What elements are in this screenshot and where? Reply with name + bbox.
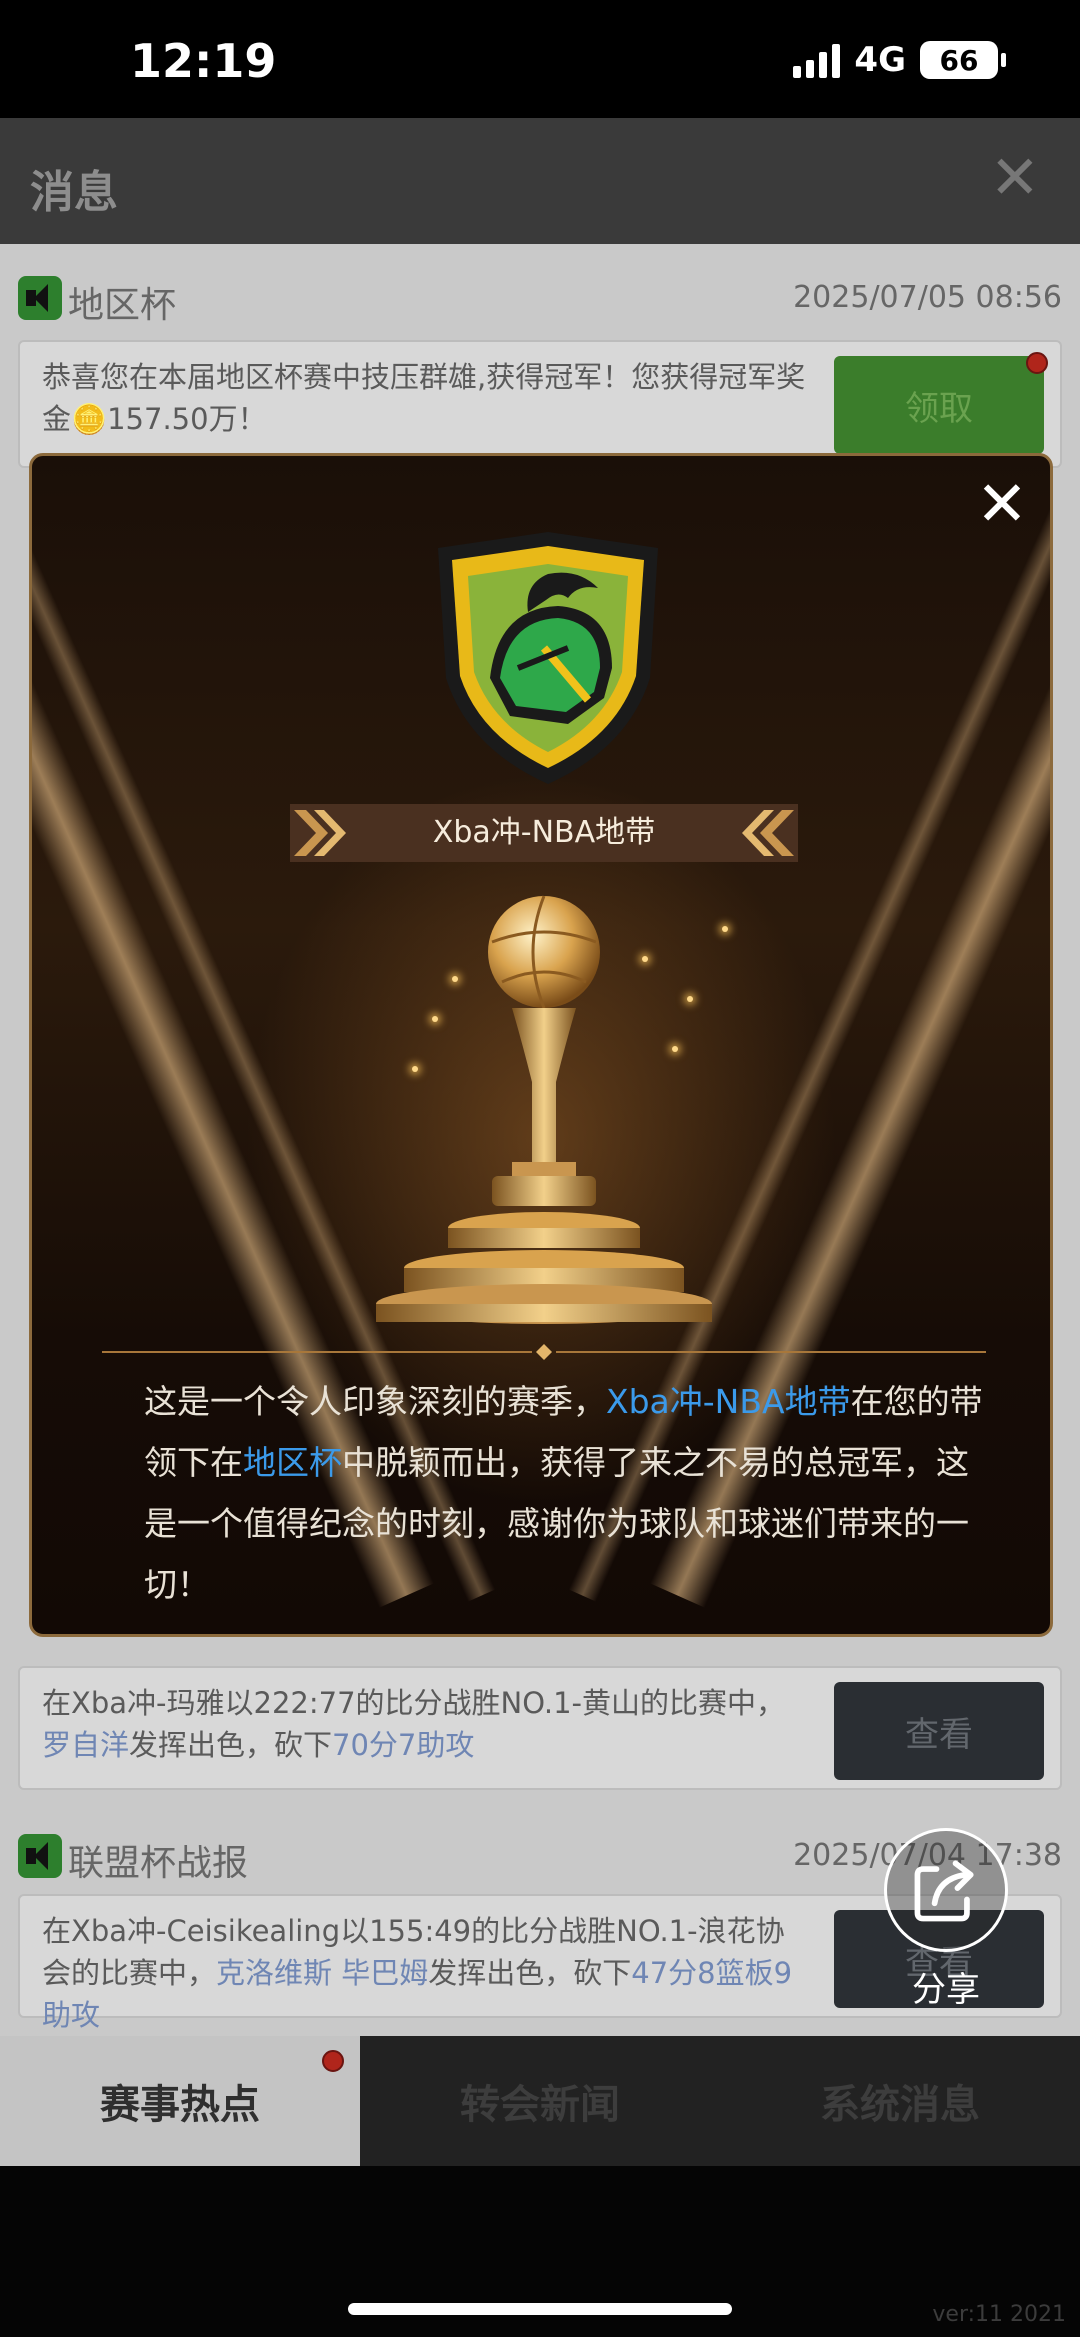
player-name[interactable]: 罗自洋 <box>42 1728 129 1762</box>
message-card: 恭喜您在本届地区杯赛中技压群雄,获得冠军！您获得冠军奖金🪙157.50万！ 领取 <box>18 340 1062 468</box>
battery-level: 66 <box>939 43 979 77</box>
version-label: ver:11 2021 <box>932 2302 1066 2327</box>
signal-icon <box>793 42 841 78</box>
message-text: 在Xba冲-Ceisikealing以155:49的比分战胜NO.1-浪花协会的… <box>42 1910 812 2036</box>
basketball-trophy-icon <box>376 895 712 1324</box>
speaker-icon <box>18 276 62 320</box>
tab-system-messages[interactable]: 系统消息 <box>720 2036 1080 2166</box>
status-bar: 12:19 4G 66 <box>0 0 1080 118</box>
tab-transfer-news[interactable]: 转会新闻 <box>360 2036 720 2166</box>
notification-dot <box>322 2050 344 2072</box>
view-button[interactable]: 查看 <box>834 1682 1044 1780</box>
network-type: 4G <box>854 40 906 80</box>
status-indicators: 4G 66 <box>793 40 1006 80</box>
team-link: Xba冲-NBA地带 <box>606 1382 851 1421</box>
message-text: 在Xba冲-玛雅以222:77的比分战胜NO.1-黄山的比赛中， 罗自洋发挥出色，… <box>42 1682 812 1766</box>
message-header: 地区杯 2025/07/05 08:56 <box>18 268 1062 328</box>
view-button-label: 查看 <box>905 1714 973 1755</box>
message-text-part: 发挥出色，砍下 <box>428 1956 632 1990</box>
status-time: 12:19 <box>130 34 277 88</box>
home-indicator[interactable] <box>348 2303 732 2315</box>
message-tabs: 赛事热点 转会新闻 系统消息 <box>0 2036 1080 2166</box>
notification-dot <box>1026 352 1048 374</box>
cup-link: 地区杯 <box>243 1443 342 1482</box>
message-text-part: 在Xba冲-玛雅以222:77的比分战胜NO.1-黄山的比赛中， <box>42 1686 786 1720</box>
close-icon[interactable]: ✕ <box>990 148 1040 208</box>
player-name[interactable]: 克洛维斯 毕巴姆 <box>216 1956 428 1990</box>
title-bar: 消息 ✕ <box>0 118 1080 244</box>
message-category: 地区杯 <box>68 285 177 326</box>
battery-icon: 66 <box>920 41 1006 79</box>
modal-text: 这是一个令人印象深刻的赛季， <box>144 1382 606 1421</box>
knight-helmet-shield-icon <box>438 532 658 784</box>
share-button[interactable] <box>884 1828 1008 1952</box>
message-text: 恭喜您在本届地区杯赛中技压群雄,获得冠军！您获得冠军奖金🪙157.50万！ <box>42 360 806 436</box>
modal-message: 这是一个令人印象深刻的赛季，Xba冲-NBA地带在您的带领下在地区杯中脱颖而出，… <box>144 1371 984 1615</box>
player-stats: 70分7助攻 <box>332 1728 475 1762</box>
message-card: 在Xba冲-玛雅以222:77的比分战胜NO.1-黄山的比赛中， 罗自洋发挥出色，… <box>18 1666 1062 1790</box>
close-icon[interactable]: ✕ <box>974 473 1030 535</box>
divider <box>102 1344 986 1360</box>
tab-label: 转会新闻 <box>460 2082 620 2128</box>
tab-label: 赛事热点 <box>100 2082 260 2128</box>
claim-button-label: 领取 <box>905 388 973 429</box>
message-timestamp: 2025/07/05 08:56 <box>793 280 1062 315</box>
championship-modal: ✕ Xba冲-NBA地带 这是一个令人印象深刻的赛季，Xba冲-NBA地带在您的… <box>29 453 1053 1637</box>
share-icon <box>914 1860 974 1922</box>
tab-label: 系统消息 <box>820 2082 980 2128</box>
message-text-part: 发挥出色，砍下 <box>129 1728 333 1762</box>
speaker-icon <box>18 1834 62 1878</box>
message-category: 联盟杯战报 <box>68 1843 249 1884</box>
page-title: 消息 <box>30 167 118 218</box>
team-name: Xba冲-NBA地带 <box>432 815 656 850</box>
share-label: 分享 <box>912 1970 980 2010</box>
tab-match-hotspot[interactable]: 赛事热点 <box>0 2036 360 2166</box>
claim-button[interactable]: 领取 <box>834 352 1048 454</box>
